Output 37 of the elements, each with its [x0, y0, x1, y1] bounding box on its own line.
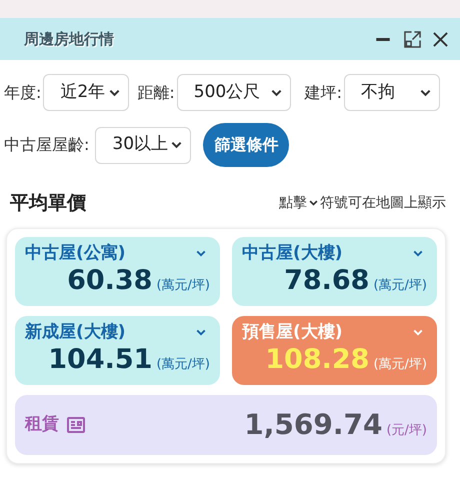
price-unit: (萬元/坪): [373, 356, 427, 374]
list-icon[interactable]: [67, 416, 85, 432]
minimize-icon[interactable]: [374, 38, 392, 40]
price-value: 1,569.74: [244, 406, 382, 442]
close-icon[interactable]: [433, 32, 448, 46]
price-value: 60.38: [67, 264, 152, 298]
section-title: 平均單價: [10, 191, 86, 216]
dropdown[interactable]: 500公尺: [176, 74, 291, 111]
filter-label: 年度:: [4, 82, 42, 104]
card-title: 租賃: [25, 412, 59, 436]
caret-icon[interactable]: [270, 88, 282, 96]
card-title: 新成屋(大樓): [25, 322, 126, 343]
filter-label: 中古屋屋齡:: [4, 134, 90, 156]
hint-text: 點擊: [279, 194, 307, 213]
card-title: 預售屋(大樓): [242, 322, 343, 343]
window-title: 周邊房地行情: [24, 28, 114, 50]
price-value: 108.28: [265, 342, 370, 376]
price-unit: (萬元/坪): [156, 356, 210, 374]
caret-icon[interactable]: [171, 141, 182, 149]
caret-icon[interactable]: [109, 88, 120, 96]
filter-label: 距離:: [137, 82, 175, 104]
chevron-icon[interactable]: [309, 200, 318, 206]
price-value: 104.51: [48, 342, 152, 376]
price-unit: (元/坪): [386, 422, 427, 440]
card-title: 中古屋(公寓): [25, 242, 126, 264]
dropdown[interactable]: 不拘: [344, 74, 440, 111]
dropdown[interactable]: 近2年: [43, 74, 130, 111]
caret-icon[interactable]: [420, 88, 431, 96]
hint-text: 符號可在地圖上顯示: [320, 194, 446, 213]
price-value: 78.68: [284, 264, 370, 298]
filter-button[interactable]: 篩選條件: [203, 123, 290, 167]
card-title: 中古屋(大樓): [242, 242, 343, 264]
price-unit: (萬元/坪): [156, 276, 210, 295]
price-unit: (萬元/坪): [373, 276, 427, 295]
filter-label: 建坪:: [304, 82, 342, 104]
dropdown[interactable]: 30以上: [95, 126, 192, 164]
expand-icon[interactable]: [404, 30, 421, 48]
